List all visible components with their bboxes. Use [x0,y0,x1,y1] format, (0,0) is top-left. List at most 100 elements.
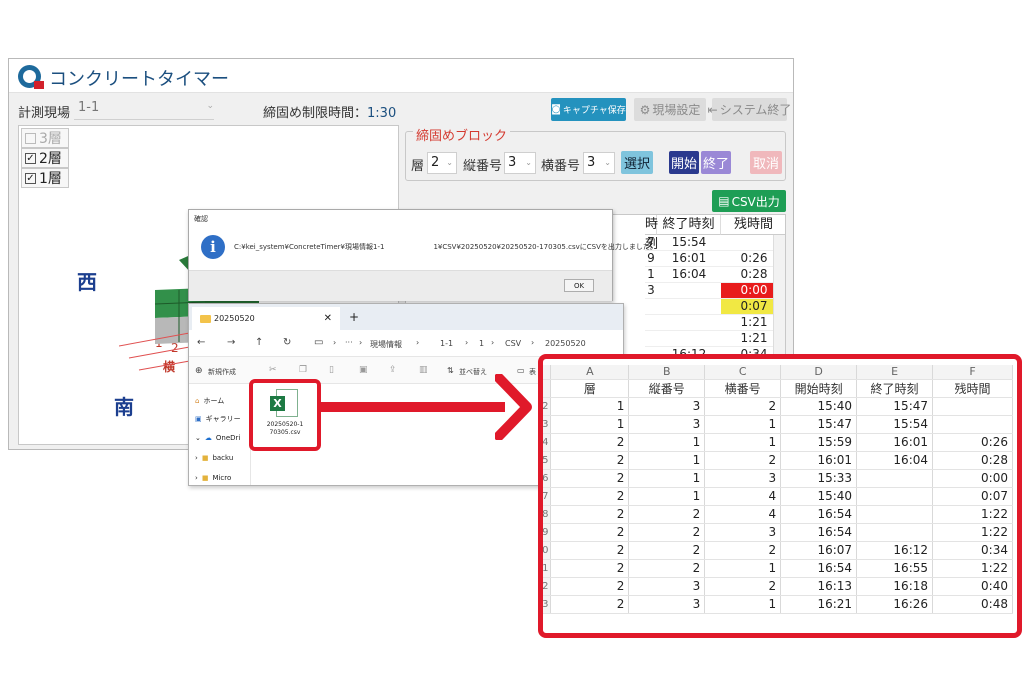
data-cell[interactable]: 0:48 [932,595,1013,614]
csv-file-item[interactable]: X 20250520-1 70305.csv [249,379,321,451]
row-number[interactable]: 8 [543,505,552,524]
header-cell[interactable]: 開始時刻 [780,379,858,398]
data-cell[interactable] [856,505,934,524]
data-cell[interactable]: 16:54 [780,559,858,578]
data-cell[interactable]: 2 [628,559,706,578]
more-icon[interactable]: ··· [345,338,353,347]
data-cell[interactable]: 0:40 [932,577,1013,596]
header-cell[interactable]: 縦番号 [628,379,706,398]
data-cell[interactable]: 0:00 [932,469,1013,488]
new-button[interactable]: 新規作成 [208,367,236,377]
vertical-combo[interactable]: 3 ⌄ [504,152,536,174]
row-number[interactable]: 0 [543,541,552,560]
data-cell[interactable]: 1 [704,595,782,614]
data-cell[interactable]: 2 [550,577,630,596]
nav-item-gallery[interactable]: ▣ ギャラリー [195,414,241,424]
address-bar[interactable]: ← → ↑ ↻ ▭ › ··· › 現場情報 › 1-1 › 1 › CSV ›… [189,330,623,357]
header-cell[interactable]: 層 [550,379,630,398]
column-letter[interactable]: B [628,365,706,380]
data-cell[interactable] [856,523,934,542]
data-cell[interactable]: 1 [550,415,630,434]
row-number[interactable]: 3 [543,415,552,434]
start-button[interactable]: 開始 [669,151,699,174]
data-cell[interactable]: 15:40 [780,487,858,506]
row-number[interactable]: 2 [543,577,552,596]
path-segment[interactable]: CSV [505,339,521,348]
horizontal-combo[interactable]: 3 ⌄ [583,152,615,174]
data-cell[interactable]: 3 [704,469,782,488]
data-cell[interactable]: 16:12 [856,541,934,560]
data-cell[interactable]: 16:07 [780,541,858,560]
data-cell[interactable]: 2 [550,451,630,470]
csv-export-button[interactable]: ▤ CSV出力 [712,190,786,212]
path-segment[interactable]: 1 [479,339,484,348]
data-cell[interactable]: 15:59 [780,433,858,452]
layer-item-2[interactable]: ✓ 2層 [21,148,69,168]
data-cell[interactable]: 16:54 [780,523,858,542]
data-cell[interactable]: 3 [628,397,706,416]
row-number[interactable]: 6 [543,469,552,488]
data-cell[interactable]: 2 [550,595,630,614]
data-cell[interactable]: 3 [628,577,706,596]
site-select[interactable]: 1-1 ⌄ [74,100,214,120]
new-icon[interactable]: ⊕ [195,366,203,376]
data-cell[interactable]: 0:26 [932,433,1013,452]
data-cell[interactable]: 2 [704,451,782,470]
share-icon[interactable]: ⇪ [389,365,397,375]
data-cell[interactable]: 15:47 [856,397,934,416]
header-cell[interactable]: 横番号 [704,379,782,398]
data-cell[interactable]: 16:21 [780,595,858,614]
table-row[interactable]: 7 15:54 [645,235,785,251]
rename-icon[interactable]: ▣ [359,365,368,375]
data-cell[interactable]: 3 [628,595,706,614]
site-settings-button[interactable]: ⚙ 現場設定 [634,98,706,121]
data-cell[interactable]: 2 [550,559,630,578]
capture-button[interactable]: ◙ キャプチャ保存 [551,98,626,121]
explorer-tab[interactable]: 20250520 ✕ [192,307,340,330]
data-cell[interactable]: 1 [550,397,630,416]
refresh-icon[interactable]: ↻ [283,337,291,348]
path-segment[interactable]: 現場情報 [370,339,402,350]
data-cell[interactable]: 2 [550,541,630,560]
forward-icon[interactable]: → [227,337,235,348]
data-cell[interactable]: 15:40 [780,397,858,416]
data-cell[interactable]: 1 [628,451,706,470]
data-cell[interactable]: 1 [704,415,782,434]
row-number[interactable]: 7 [543,487,552,506]
data-cell[interactable]: 2 [628,541,706,560]
ok-button[interactable]: OK [564,279,594,292]
data-cell[interactable]: 2 [550,487,630,506]
column-letter[interactable]: F [932,365,1013,380]
layer-item-3[interactable]: 3層 [21,128,69,148]
data-cell[interactable]: 15:54 [856,415,934,434]
data-cell[interactable]: 16:13 [780,577,858,596]
table-row[interactable]: 3 0:00 [645,283,785,299]
data-cell[interactable] [932,397,1013,416]
data-cell[interactable]: 0:07 [932,487,1013,506]
row-number[interactable]: 5 [543,451,552,470]
nav-item-home[interactable]: ⌂ ホーム [195,396,224,406]
data-cell[interactable]: 4 [704,487,782,506]
path-segment[interactable]: 1-1 [440,339,453,348]
data-cell[interactable]: 2 [550,469,630,488]
data-cell[interactable]: 4 [704,505,782,524]
row-number[interactable]: 3 [543,595,552,614]
layer-combo[interactable]: 2 ⌄ [427,152,457,174]
data-cell[interactable]: 1 [704,433,782,452]
system-exit-button[interactable]: ⇤ システム終了 [708,98,791,121]
data-cell[interactable]: 1 [628,433,706,452]
data-cell[interactable]: 1:22 [932,523,1013,542]
data-cell[interactable]: 15:47 [780,415,858,434]
end-button[interactable]: 終了 [701,151,731,174]
data-cell[interactable]: 1 [628,469,706,488]
row-number[interactable] [543,379,552,398]
row-number[interactable]: 2 [543,397,552,416]
nav-item-backup[interactable]: › ■ backu [195,454,233,462]
layer-item-1[interactable]: ✓ 1層 [21,168,69,188]
row-number[interactable]: 4 [543,433,552,452]
data-cell[interactable]: 0:34 [932,541,1013,560]
data-cell[interactable]: 1 [628,487,706,506]
path-segment[interactable]: 20250520 [545,339,586,348]
nav-item-onedrive[interactable]: ⌄ ☁ OneDri [195,434,240,442]
data-cell[interactable] [932,415,1013,434]
